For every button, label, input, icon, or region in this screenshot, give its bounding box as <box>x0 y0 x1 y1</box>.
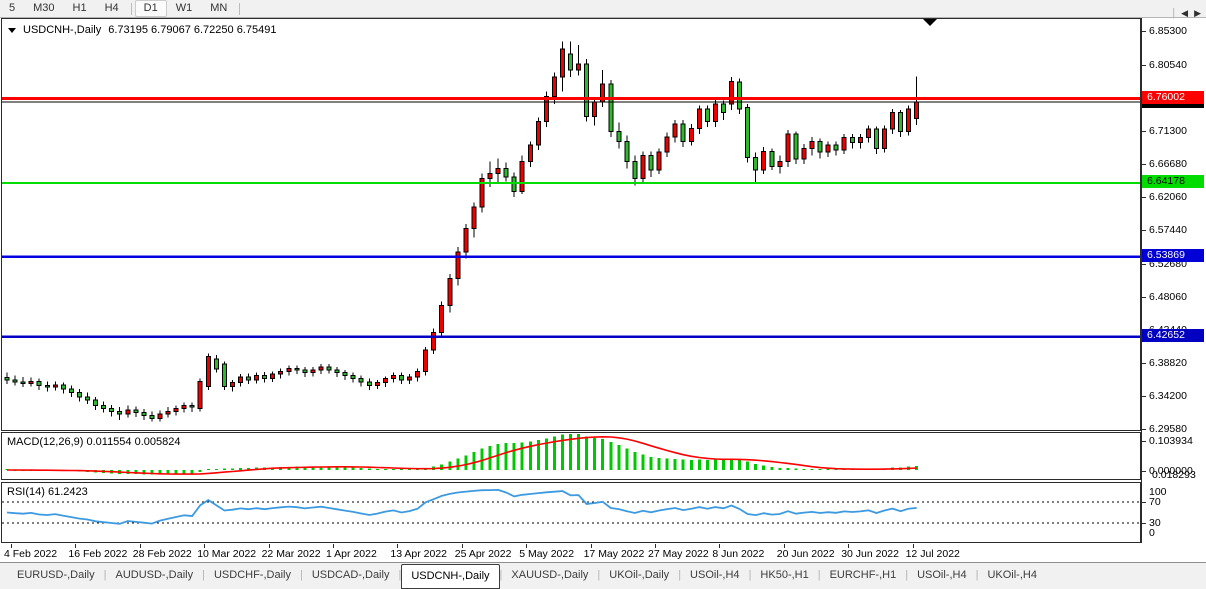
chart-title: USDCNH-,Daily 6.73195 6.79067 6.72250 6.… <box>8 24 276 36</box>
timeframe-button-h1[interactable]: H1 <box>64 0 96 17</box>
price-tickmark <box>1142 31 1146 32</box>
timeframe-button-m30[interactable]: M30 <box>24 0 63 17</box>
candlestick-chart[interactable] <box>2 19 1140 430</box>
date-tick-label: 17 May 2022 <box>584 548 645 560</box>
rsi-indicator-chart <box>2 483 1140 542</box>
price-tick-label: 6.57440 <box>1149 224 1187 236</box>
price-tickmark <box>1142 164 1146 165</box>
price-tick-label: 6.80540 <box>1149 59 1187 71</box>
date-tick-label: 4 Feb 2022 <box>4 548 57 560</box>
rsi-panel[interactable]: RSI(14) 61.2423 <box>1 482 1141 543</box>
rsi-axis-label: 0 <box>1149 527 1155 539</box>
tab-hk50-h1[interactable]: HK50-,H1 <box>751 563 817 589</box>
date-axis: 4 Feb 2022 16 Feb 2022 28 Feb 2022 10 Mar 2… <box>1 544 1141 562</box>
tab-usoil-h4[interactable]: USOil-,H4 <box>681 563 749 589</box>
tab-usdcad-daily[interactable]: USDCAD-,Daily <box>303 563 399 589</box>
tab-usdchf-daily[interactable]: USDCHF-,Daily <box>205 563 300 589</box>
timeframe-toolbar: 5M30H1H4 D1W1MN <box>0 0 1206 18</box>
rsi-label: RSI(14) 61.2423 <box>7 486 88 498</box>
tabbar-scroll-arrows: |◀▶ <box>1172 0 1201 26</box>
price-tickmark <box>1142 230 1146 231</box>
price-tickmark <box>1142 197 1146 198</box>
date-tick-label: 8 Jun 2022 <box>712 548 764 560</box>
scroll-left-icon[interactable]: ◀ <box>1181 0 1188 26</box>
price-tick-label: 6.48060 <box>1149 291 1187 303</box>
price-tick-label: 6.71300 <box>1149 125 1187 137</box>
chart-ohlc-quotes: 6.73195 6.79067 6.72250 6.75491 <box>108 24 276 36</box>
tab-ukoil-daily[interactable]: UKOil-,Daily <box>600 563 678 589</box>
price-tick-label: 6.62060 <box>1149 191 1187 203</box>
chart-shift-marker-icon[interactable] <box>923 19 937 26</box>
date-tick-label: 12 Jul 2022 <box>906 548 960 560</box>
macd-tickmark <box>1142 441 1146 442</box>
mt4-chart-window: 5M30H1H4 D1W1MN USDCNH-,Daily 6.73195 6.7… <box>0 0 1206 589</box>
tab-separator: | <box>1172 0 1175 26</box>
price-tick-label: 6.34200 <box>1149 390 1187 402</box>
date-tick-label: 27 May 2022 <box>648 548 709 560</box>
price-badge-6.53869: 6.53869 <box>1142 249 1204 262</box>
date-tick-label: 13 Apr 2022 <box>390 548 447 560</box>
tab-audusd-daily[interactable]: AUDUSD-,Daily <box>106 563 202 589</box>
scroll-right-icon[interactable]: ▶ <box>1194 0 1201 26</box>
rsi-axis-label: 70 <box>1149 496 1161 508</box>
price-badge-6.76002: 6.76002 <box>1142 91 1204 104</box>
chart-title-dropdown-icon[interactable] <box>8 28 16 33</box>
toolbar-separator <box>131 3 132 15</box>
price-tickmark <box>1142 363 1146 364</box>
rsi-tickmark <box>1142 502 1146 503</box>
date-tick-label: 25 Apr 2022 <box>455 548 512 560</box>
price-tickmark <box>1142 65 1146 66</box>
timeframe-button-d1[interactable]: D1 <box>135 0 167 17</box>
tab-xauusd-daily[interactable]: XAUUSD-,Daily <box>502 563 597 589</box>
date-tick-label: 10 Mar 2022 <box>197 548 256 560</box>
tab-ukoil-h4[interactable]: UKOil-,H4 <box>978 563 1046 589</box>
macd-tickmark <box>1142 471 1146 472</box>
price-tickmark <box>1142 131 1146 132</box>
timeframe-button-h4[interactable]: H4 <box>96 0 128 17</box>
timeframe-button-5[interactable]: 5 <box>0 0 24 17</box>
macd-axis-min: 0.018293 <box>1152 469 1196 481</box>
tab-eurusd-daily[interactable]: EURUSD-,Daily <box>8 563 104 589</box>
timeframe-button-mn[interactable]: MN <box>201 0 236 17</box>
price-tickmark <box>1142 396 1146 397</box>
date-tick-label: 28 Feb 2022 <box>133 548 192 560</box>
date-tick-label: 22 Mar 2022 <box>262 548 321 560</box>
price-tickmark <box>1142 429 1146 430</box>
date-tick-label: 20 Jun 2022 <box>777 548 835 560</box>
price-tick-label: 6.66680 <box>1149 158 1187 170</box>
price-badge-6.42652: 6.42652 <box>1142 329 1204 342</box>
macd-panel[interactable]: MACD(12,26,9) 0.011554 0.005824 <box>1 432 1141 480</box>
chart-symbol-period: USDCNH-,Daily <box>23 24 101 36</box>
tab-usoil-h4[interactable]: USOil-,H4 <box>908 563 976 589</box>
date-tick-label: 16 Feb 2022 <box>68 548 127 560</box>
price-tickmark <box>1142 297 1146 298</box>
toolbar-separator <box>239 3 240 15</box>
price-tick-label: 6.38820 <box>1149 357 1187 369</box>
main-chart-panel[interactable]: USDCNH-,Daily 6.73195 6.79067 6.72250 6.… <box>1 18 1141 431</box>
rsi-tickmark <box>1142 523 1146 524</box>
date-tick-label: 5 May 2022 <box>519 548 574 560</box>
macd-label: MACD(12,26,9) 0.011554 0.005824 <box>7 436 180 448</box>
price-axis: 6.85300 6.80540 6.71300 6.66680 6.62060 6.574… <box>1141 18 1206 543</box>
symbol-tabbar: EURUSD-,Daily|AUDUSD-,Daily|USDCHF-,Dail… <box>0 562 1206 589</box>
tab-eurchf-h1[interactable]: EURCHF-,H1 <box>821 563 906 589</box>
macd-axis-max: 0.103934 <box>1149 435 1193 447</box>
tab-usdcnh-daily[interactable]: USDCNH-,Daily <box>401 564 499 589</box>
price-tickmark <box>1142 264 1146 265</box>
timeframe-button-w1[interactable]: W1 <box>167 0 202 17</box>
price-tick-label: 6.29580 <box>1149 423 1187 435</box>
date-tick-label: 30 Jun 2022 <box>841 548 899 560</box>
date-tick-label: 1 Apr 2022 <box>326 548 377 560</box>
price-tick-label: 6.85300 <box>1149 25 1187 37</box>
price-badge-6.64178: 6.64178 <box>1142 175 1204 188</box>
